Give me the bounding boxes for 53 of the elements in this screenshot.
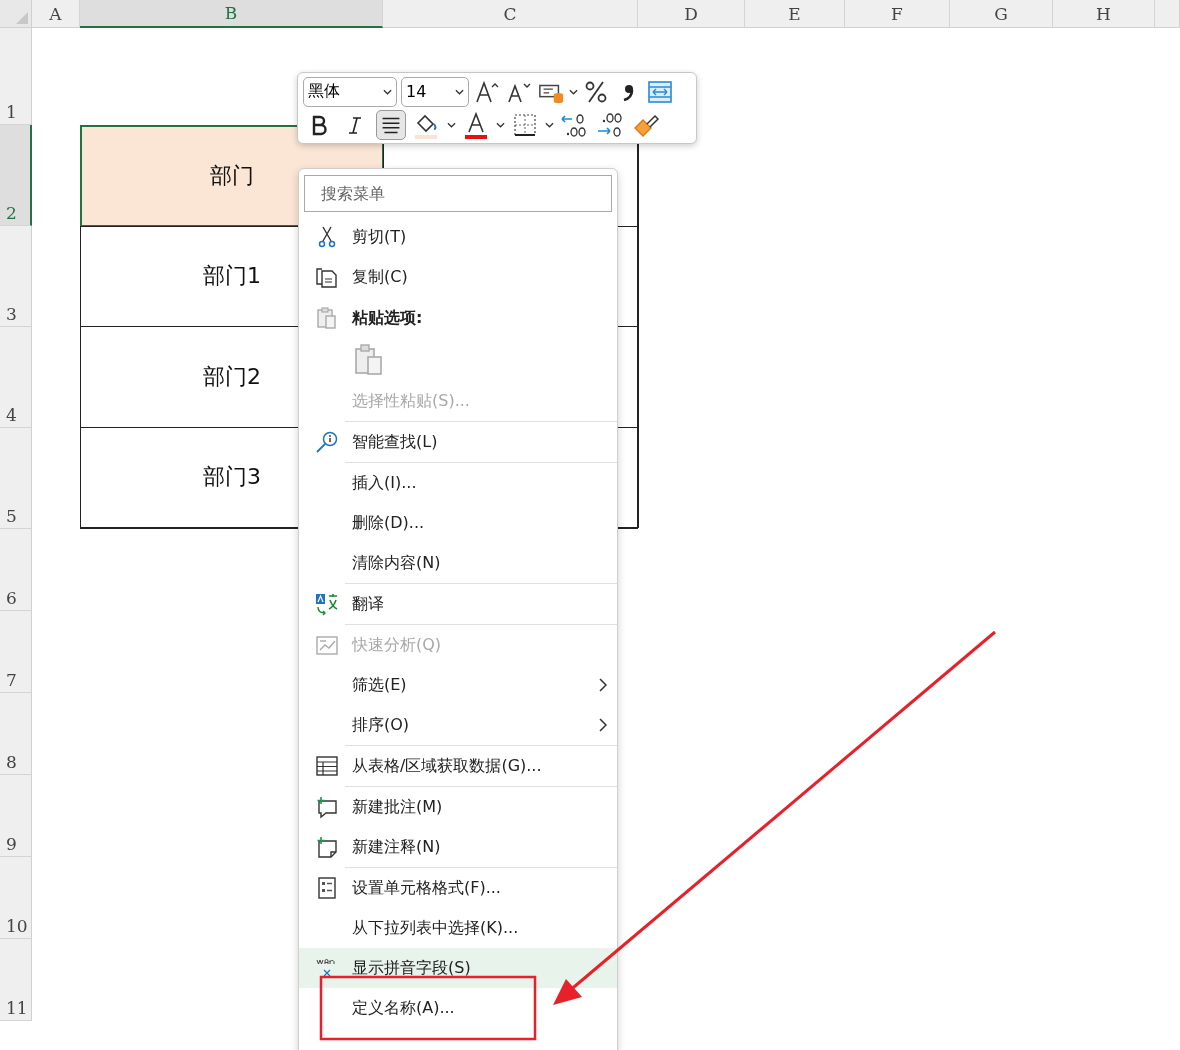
row-header[interactable]: 11: [0, 939, 32, 1021]
search-icon: [315, 430, 339, 454]
chevron-down-icon: [455, 88, 464, 95]
menu-item[interactable]: 新建注释(N): [299, 827, 617, 867]
row-header[interactable]: 2: [0, 125, 32, 226]
clipboard-icon: [315, 306, 339, 330]
column-header[interactable]: G: [950, 0, 1053, 28]
font-dropdown[interactable]: 黑体: [303, 76, 397, 107]
menu-item[interactable]: 新建批注(M): [299, 787, 617, 827]
menu-item[interactable]: 从表格/区域获取数据(G)...: [299, 746, 617, 786]
format-cells-icon: [315, 876, 339, 900]
menu-item[interactable]: 显示拼音字段(S): [299, 948, 617, 988]
menu-item[interactable]: 筛选(E): [299, 665, 617, 705]
chevron-right-icon: [599, 678, 607, 692]
column-header[interactable]: F: [845, 0, 950, 28]
menu-item[interactable]: 设置单元格格式(F)...: [299, 868, 617, 908]
align-center-icon[interactable]: [376, 109, 406, 140]
row-header[interactable]: 8: [0, 693, 32, 775]
column-header[interactable]: A: [32, 0, 80, 28]
table-icon: [315, 754, 339, 778]
menu-item[interactable]: 清除内容(N): [299, 543, 617, 583]
row-header[interactable]: 6: [0, 529, 32, 611]
caret-icon[interactable]: [545, 121, 554, 128]
menu-item[interactable]: 翻译: [299, 584, 617, 624]
menu-item[interactable]: 定义名称(A)...: [299, 988, 617, 1028]
row-header[interactable]: 7: [0, 611, 32, 693]
chevron-right-icon: [599, 718, 607, 732]
column-header[interactable]: C: [383, 0, 638, 28]
caret-icon[interactable]: [496, 121, 505, 128]
copy-icon: [315, 265, 339, 289]
chart-window-icon: [315, 633, 339, 657]
menu-item[interactable]: 从下拉列表中选择(K)...: [299, 908, 617, 948]
caret-icon[interactable]: [447, 121, 456, 128]
triangle-icon: [16, 12, 28, 24]
new-note-icon: [315, 835, 339, 859]
row-header[interactable]: 1: [0, 28, 32, 125]
row-header[interactable]: 4: [0, 327, 32, 428]
new-comment-icon: [315, 795, 339, 819]
translate-icon: [315, 592, 339, 616]
font-size-dropdown[interactable]: 14: [401, 76, 469, 107]
menu-item[interactable]: 排序(O): [299, 705, 617, 745]
search-field[interactable]: 搜索菜单: [304, 175, 612, 212]
caret-icon[interactable]: [569, 88, 578, 95]
row-header[interactable]: 9: [0, 775, 32, 857]
column-header[interactable]: H: [1053, 0, 1155, 28]
column-header[interactable]: D: [638, 0, 745, 28]
column-header[interactable]: B: [80, 0, 383, 28]
row-header[interactable]: 10: [0, 857, 32, 939]
row-header[interactable]: 3: [0, 226, 32, 327]
chevron-down-icon: [383, 88, 392, 95]
column-header[interactable]: E: [745, 0, 845, 28]
row-header[interactable]: 5: [0, 428, 32, 529]
merge-cells-icon[interactable]: [647, 78, 673, 105]
